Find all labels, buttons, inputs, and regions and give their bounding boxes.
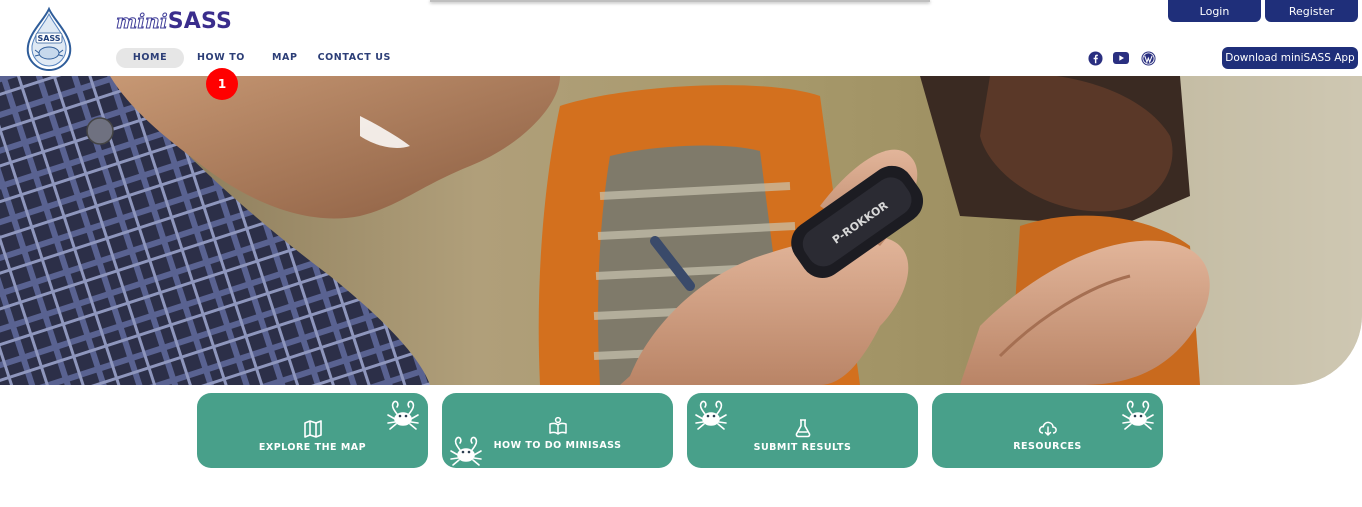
main-nav: HOME HOW TO MAP CONTACT US (116, 48, 391, 68)
card-explore-map[interactable]: EXPLORE THE MAP (197, 393, 428, 468)
notification-badge: 1 (206, 68, 238, 100)
hero-photo-illustration: P-ROKKOR (0, 76, 1362, 385)
register-button[interactable]: Register (1265, 0, 1358, 22)
flask-icon (792, 417, 814, 439)
minisass-logo[interactable]: SASS (22, 6, 76, 72)
card-label: EXPLORE THE MAP (258, 442, 367, 453)
map-icon (302, 418, 324, 440)
crab-icon (1122, 400, 1154, 430)
nav-contact-us[interactable]: CONTACT US (318, 48, 391, 68)
card-label: SUBMIT RESULTS (753, 442, 852, 453)
brand-wordmark[interactable]: miniSASS (116, 8, 233, 35)
nav-map[interactable]: MAP (272, 48, 298, 68)
card-resources[interactable]: RESOURCES (932, 393, 1163, 468)
card-how-to-do-minisass[interactable]: HOW TO DO MINISASS (442, 393, 673, 468)
card-submit-results[interactable]: SUBMIT RESULTS (687, 393, 918, 468)
top-shadow-bar (430, 0, 930, 2)
book-icon (547, 415, 569, 437)
download-app-button[interactable]: Download miniSASS App (1222, 47, 1358, 69)
login-button[interactable]: Login (1168, 0, 1261, 22)
card-label: RESOURCES (1013, 441, 1082, 452)
youtube-icon[interactable] (1112, 50, 1130, 66)
crab-icon (387, 400, 419, 430)
hero-image: P-ROKKOR (0, 76, 1362, 385)
brand-mini: mini (116, 9, 168, 34)
logo-text: SASS (37, 34, 60, 43)
nav-home[interactable]: HOME (116, 48, 184, 68)
droplet-logo-icon: SASS (26, 6, 72, 72)
site-header: SASS miniSASS HOME HOW TO MAP CONTACT US… (0, 0, 1362, 76)
facebook-icon[interactable] (1087, 50, 1103, 66)
crab-icon (695, 400, 727, 430)
cloud-download-icon (1037, 417, 1059, 439)
nav-how-to[interactable]: HOW TO (197, 48, 245, 68)
wordpress-icon[interactable] (1140, 50, 1156, 66)
card-label: HOW TO DO MINISASS (493, 440, 622, 451)
brand-sass: SASS (167, 9, 233, 34)
